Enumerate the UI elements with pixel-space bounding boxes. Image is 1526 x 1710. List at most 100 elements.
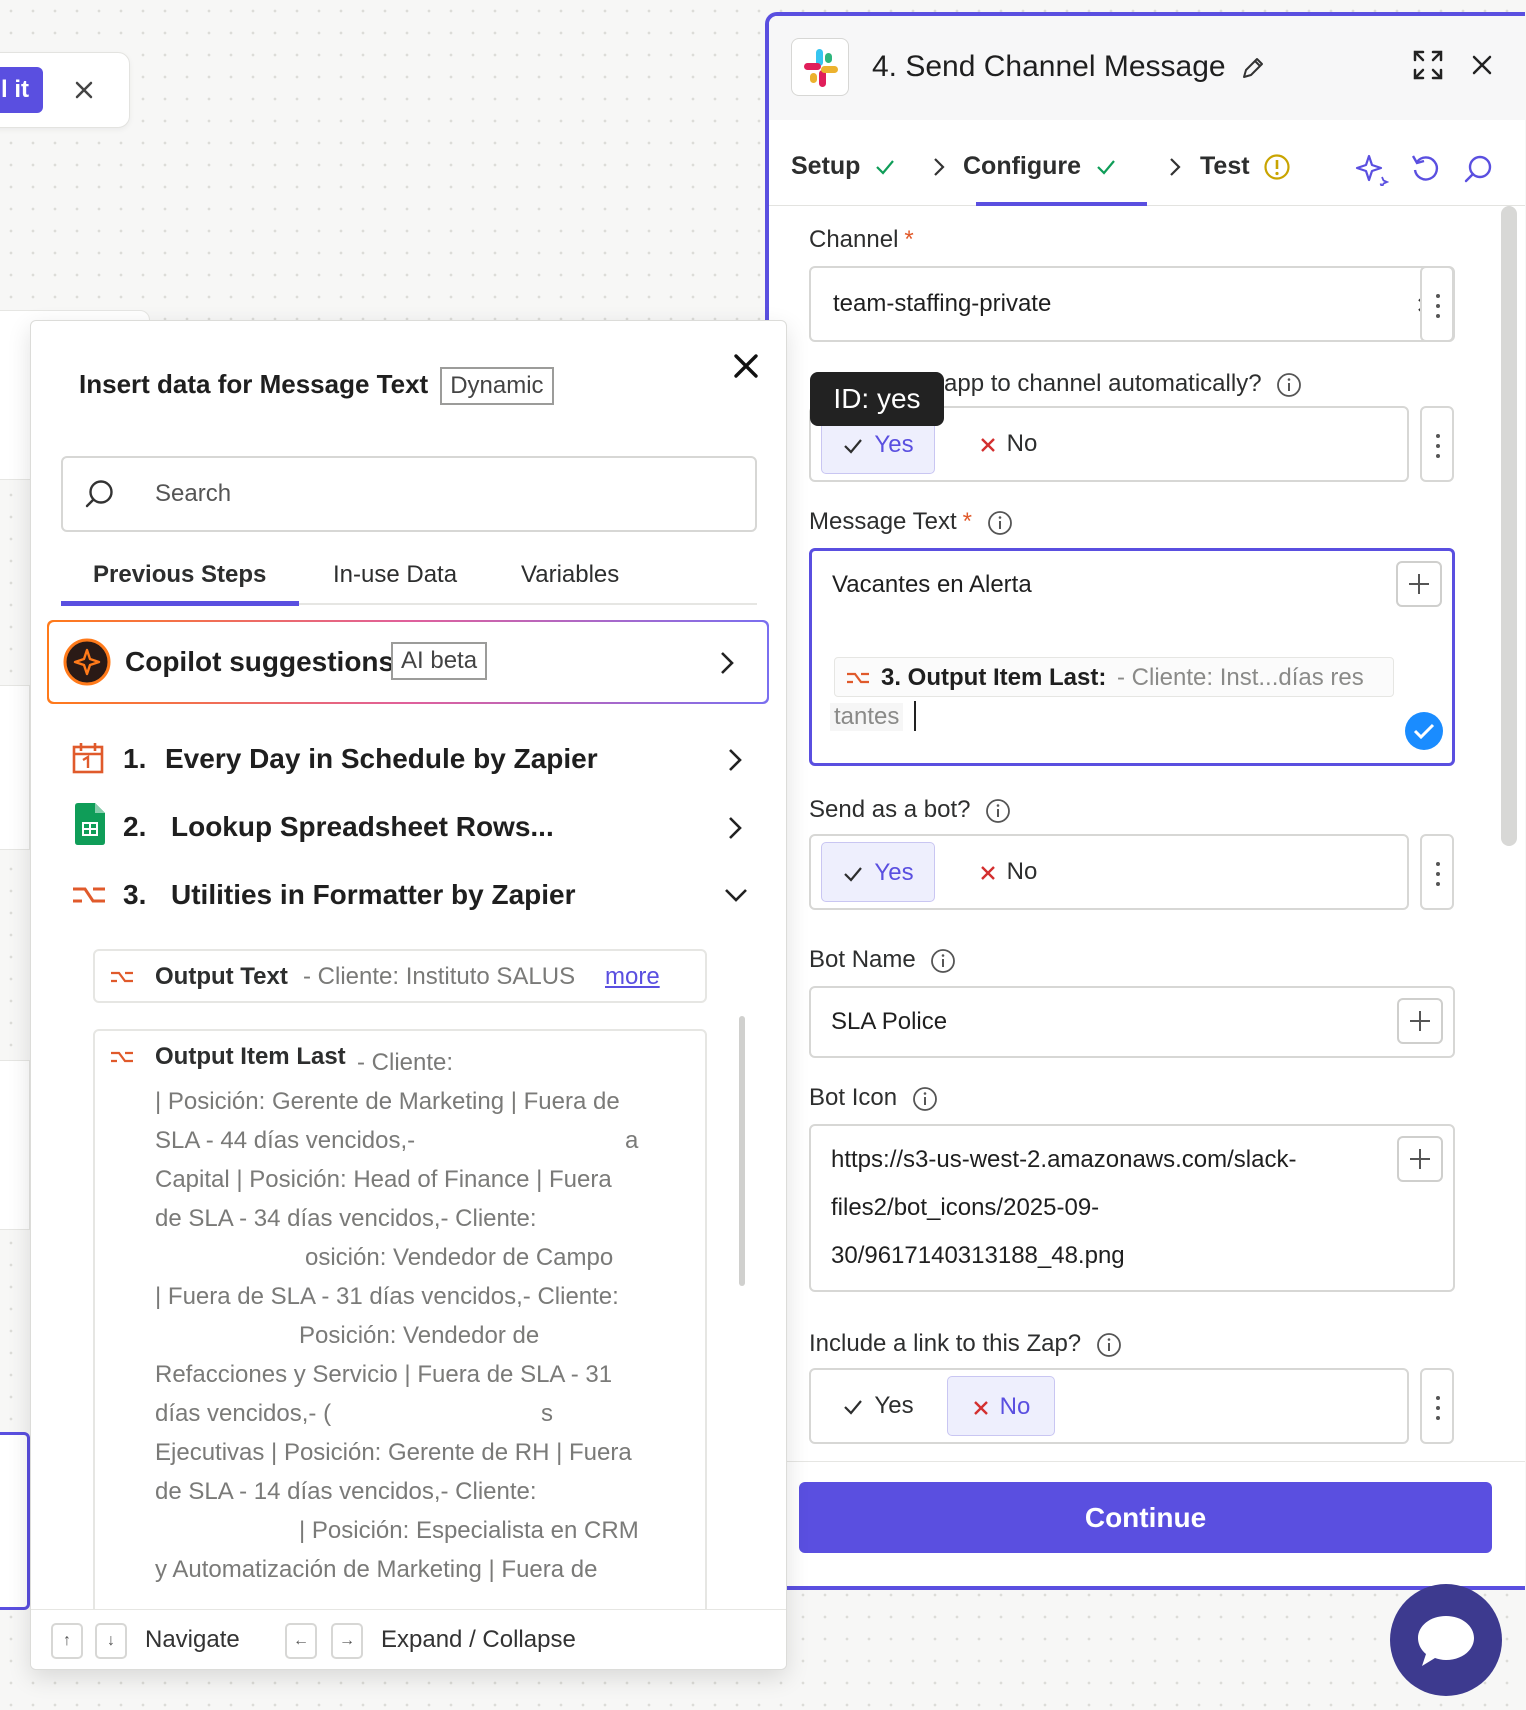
insert-data-button[interactable] <box>1397 998 1443 1044</box>
bot-icon-line-2: files2/bot_icons/2025-09- <box>831 1194 1100 1221</box>
value-line: | Posición: Especialista en CRM <box>299 1517 639 1544</box>
chat-bubble-icon <box>1416 1614 1476 1668</box>
step-item[interactable]: 1. Every Day in Schedule by Zapier <box>71 731 761 787</box>
info-icon[interactable] <box>985 798 1011 824</box>
send-as-bot-label-text: Send as a bot? <box>809 796 971 823</box>
canvas-node-selected <box>0 1432 30 1610</box>
toast-action-button[interactable]: l it <box>0 67 43 113</box>
data-pill[interactable]: 3. Output Item Last: - Cliente: Inst...d… <box>834 657 1394 697</box>
edit-pencil-icon[interactable] <box>1240 55 1266 81</box>
value-line: de SLA - 34 días vencidos,- Cliente: <box>155 1205 537 1232</box>
step-config-panel: 4. Send Channel Message Setup Configure … <box>765 12 1525 1590</box>
bot-icon-input[interactable]: https://s3-us-west-2.amazonaws.com/slack… <box>809 1124 1455 1292</box>
tab-in-use-data[interactable]: In-use Data <box>333 561 457 589</box>
expand-icon[interactable] <box>1411 48 1445 82</box>
popover-footer: ↑ ↓ Navigate ← → Expand / Collapse <box>31 1609 786 1669</box>
value-line: de SLA - 14 días vencidos,- Cliente: <box>155 1478 537 1505</box>
message-text-editor[interactable]: Vacantes en Alerta 3. Output Item Last: … <box>809 548 1455 766</box>
close-icon[interactable] <box>69 75 99 105</box>
canvas-node <box>0 685 30 850</box>
value-line: días vencidos,- ( <box>155 1400 332 1427</box>
formatter-icon <box>109 1047 135 1067</box>
close-icon[interactable] <box>1469 52 1495 78</box>
channel-label-text: Channel <box>809 226 899 253</box>
check-icon <box>842 863 864 885</box>
tab-test[interactable]: Test <box>1200 152 1291 181</box>
tab-configure-label: Configure <box>963 152 1082 180</box>
step-item[interactable]: 2. Lookup Spreadsheet Rows... <box>71 799 761 855</box>
panel-title: 4. Send Channel Message <box>872 50 1266 84</box>
popover-scrollbar[interactable] <box>739 1016 745 1286</box>
insert-data-button[interactable] <box>1397 1136 1443 1182</box>
output-text-card[interactable]: Output Text - Cliente: Instituto SALUS m… <box>93 949 707 1003</box>
search-placeholder: Search <box>155 480 232 507</box>
channel-value: team-staffing-private <box>833 290 1052 317</box>
value-line: | Posición: Gerente de Marketing | Fuera… <box>155 1088 620 1115</box>
step-number: 2. <box>123 811 147 842</box>
bot-name-input[interactable]: SLA Police <box>809 986 1455 1058</box>
more-options-button[interactable] <box>1420 834 1454 910</box>
more-options-button[interactable] <box>1420 406 1454 482</box>
tab-configure[interactable]: Configure <box>963 152 1118 181</box>
include-link-yes-option[interactable]: Yes <box>821 1376 935 1436</box>
insert-data-button[interactable] <box>1396 561 1442 607</box>
arrow-up-key: ↑ <box>51 1623 83 1659</box>
channel-select[interactable]: team-staffing-private <box>809 266 1455 342</box>
undo-icon[interactable] <box>1409 152 1441 184</box>
step-label: Lookup Spreadsheet Rows... <box>171 811 554 842</box>
formatter-icon <box>845 667 871 689</box>
output-item-last-card[interactable]: Output Item Last - Cliente: | Posición: … <box>93 1029 707 1669</box>
panel-scrollbar[interactable] <box>1501 206 1517 846</box>
info-icon[interactable] <box>1276 372 1302 398</box>
send-as-bot-yes-option[interactable]: Yes <box>821 842 935 902</box>
close-icon[interactable] <box>731 351 761 381</box>
chat-support-button[interactable] <box>1390 1584 1502 1696</box>
ai-sparkle-icon[interactable] <box>1355 152 1389 186</box>
include-link-no-option[interactable]: No <box>947 1376 1055 1436</box>
check-icon <box>842 1396 864 1418</box>
send-as-bot-toggle: Yes No <box>809 834 1409 910</box>
more-options-button[interactable] <box>1420 266 1454 342</box>
add-app-label: app to channel automatically? <box>944 370 1302 398</box>
info-icon[interactable] <box>930 948 956 974</box>
more-link[interactable]: more <box>601 963 660 991</box>
info-icon[interactable] <box>987 510 1013 536</box>
copilot-suggestions-row[interactable]: Copilot suggestions AI beta <box>47 620 769 704</box>
chevron-right-icon <box>1167 156 1183 178</box>
step-item[interactable]: 3. Utilities in Formatter by Zapier <box>71 867 761 923</box>
panel-footer: Continue <box>769 1461 1525 1586</box>
calendar-icon <box>71 741 105 775</box>
step-label: Utilities in Formatter by Zapier <box>171 879 576 910</box>
dynamic-badge: Dynamic <box>440 367 554 405</box>
output-item-last-value: - Cliente: | Posición: Gerente de Market… <box>155 1043 639 1589</box>
more-options-button[interactable] <box>1420 1368 1454 1444</box>
continue-button[interactable]: Continue <box>799 1482 1492 1553</box>
copilot-icon <box>63 638 111 686</box>
message-text-label: Message Text * <box>809 508 1013 536</box>
search-icon[interactable] <box>1463 154 1493 184</box>
message-text-label-text: Message Text <box>809 508 957 535</box>
step-number: 3. <box>123 879 147 910</box>
value-line: Capital | Posición: Head of Finance | Fu… <box>155 1166 612 1193</box>
search-input[interactable]: Search <box>61 456 757 532</box>
popover-title-text: Insert data for Message Text <box>79 368 429 399</box>
include-link-toggle: Yes No <box>809 1368 1409 1444</box>
active-tab-indicator <box>61 601 299 606</box>
tab-setup[interactable]: Setup <box>791 152 897 181</box>
message-line-1: Vacantes en Alerta <box>832 571 1032 598</box>
info-icon[interactable] <box>1096 1332 1122 1358</box>
tab-variables[interactable]: Variables <box>521 561 619 589</box>
arrow-left-key: ← <box>285 1623 317 1659</box>
output-text-value: - Cliente: Instituto SALUS <box>303 963 576 990</box>
google-sheets-icon <box>75 803 105 845</box>
tab-previous-steps[interactable]: Previous Steps <box>93 561 266 589</box>
add-app-no-option[interactable]: No <box>951 414 1065 474</box>
pill-value: - Cliente: Inst...días res <box>1117 664 1364 691</box>
bot-icon-label: Bot Icon <box>809 1084 938 1112</box>
chevron-right-icon <box>719 650 735 676</box>
warning-icon <box>1263 153 1291 181</box>
info-icon[interactable] <box>912 1086 938 1112</box>
send-as-bot-no-option[interactable]: No <box>951 842 1065 902</box>
yes-label: Yes <box>874 859 914 886</box>
output-text-label: Output Text <box>155 963 288 990</box>
